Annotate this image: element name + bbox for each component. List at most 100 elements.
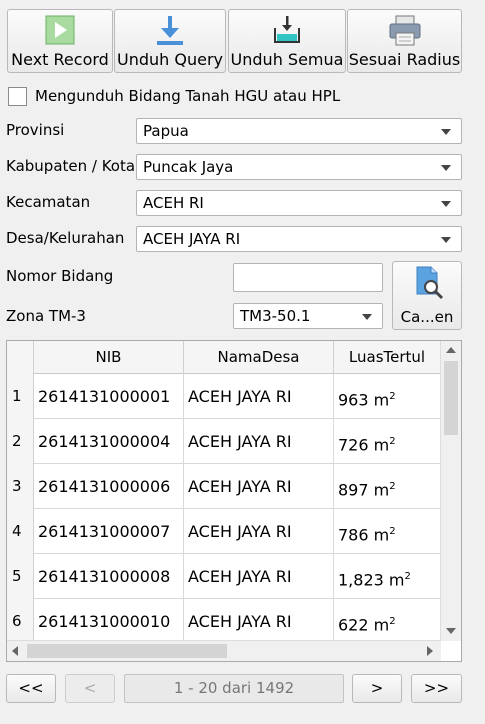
luas-value: 622 m xyxy=(338,615,390,635)
next-record-label: Next Record xyxy=(11,50,109,69)
horizontal-scrollbar[interactable] xyxy=(7,640,441,661)
table-header: NIB NamaDesa LuasTertul xyxy=(7,341,441,374)
luas-value: 726 m xyxy=(338,435,390,455)
parcel-number-label: Nomor Bidang xyxy=(6,267,114,285)
luas-value: 897 m xyxy=(338,480,390,500)
download-query-button[interactable]: Unduh Query xyxy=(114,9,226,73)
fit-radius-label: Sesuai Radius xyxy=(348,50,461,69)
village-value: ACEH JAYA RI xyxy=(143,230,241,248)
regency-select[interactable]: Puncak Jaya xyxy=(136,154,462,180)
luas-value: 1,823 m xyxy=(338,570,405,590)
vertical-scroll-thumb[interactable] xyxy=(444,361,458,435)
next-arrow-icon xyxy=(45,15,75,45)
unit-superscript: 2 xyxy=(389,436,396,447)
cell-nib: 2614131000008 xyxy=(34,554,184,599)
search-button[interactable]: Ca...en xyxy=(392,261,462,330)
chevron-down-icon xyxy=(441,129,451,135)
cell-luas: 726 m2 xyxy=(334,419,441,464)
cell-namadesa: ACEH JAYA RI xyxy=(184,419,334,464)
chevron-down-icon xyxy=(441,165,451,171)
hgu-hpl-checkbox[interactable] xyxy=(8,87,27,106)
search-button-label: Ca...en xyxy=(400,308,454,326)
cell-luas: 897 m2 xyxy=(334,464,441,509)
download-all-label: Unduh Semua xyxy=(230,50,344,69)
zone-label: Zona TM-3 xyxy=(6,307,86,325)
scroll-right-icon[interactable] xyxy=(427,646,433,656)
parcel-number-input[interactable] xyxy=(233,263,383,292)
vertical-scrollbar[interactable] xyxy=(440,341,461,641)
cell-namadesa: ACEH JAYA RI xyxy=(184,509,334,554)
column-header-nib[interactable]: NIB xyxy=(34,341,184,374)
hgu-hpl-checkbox-label: Mengunduh Bidang Tanah HGU atau HPL xyxy=(35,87,341,105)
row-number: 5 xyxy=(7,554,34,599)
cell-namadesa: ACEH JAYA RI xyxy=(184,464,334,509)
chevron-down-icon xyxy=(441,201,451,207)
village-select[interactable]: ACEH JAYA RI xyxy=(136,226,462,252)
unit-superscript: 2 xyxy=(389,481,396,492)
next-page-button[interactable]: > xyxy=(352,674,402,703)
download-tray-icon xyxy=(274,16,300,43)
cell-nib: 2614131000001 xyxy=(34,374,184,419)
download-all-button[interactable]: Unduh Semua xyxy=(228,9,346,73)
row-number: 2 xyxy=(7,419,34,464)
row-number: 1 xyxy=(7,374,34,419)
table-row[interactable]: 4 2614131000007 ACEH JAYA RI 786 m2 xyxy=(7,509,441,554)
row-number: 3 xyxy=(7,464,34,509)
cell-nib: 2614131000006 xyxy=(34,464,184,509)
column-header-namadesa[interactable]: NamaDesa xyxy=(184,341,334,374)
regency-label: Kabupaten / Kota xyxy=(6,157,136,175)
download-query-label: Unduh Query xyxy=(117,50,223,69)
zone-value: TM3-50.1 xyxy=(240,307,311,325)
regency-value: Puncak Jaya xyxy=(143,158,234,176)
document-search-icon xyxy=(416,266,444,300)
first-page-button[interactable]: << xyxy=(6,674,56,703)
province-select[interactable]: Papua xyxy=(136,118,462,144)
previous-page-button[interactable]: < xyxy=(65,674,115,703)
cell-namadesa: ACEH JAYA RI xyxy=(184,599,334,644)
cell-luas: 622 m2 xyxy=(334,599,441,644)
table-row[interactable]: 5 2614131000008 ACEH JAYA RI 1,823 m2 xyxy=(7,554,441,599)
luas-value: 963 m xyxy=(338,390,390,410)
download-icon xyxy=(157,16,183,45)
cell-nib: 2614131000010 xyxy=(34,599,184,644)
zone-select[interactable]: TM3-50.1 xyxy=(233,303,383,329)
scroll-down-icon[interactable] xyxy=(446,628,456,634)
luas-value: 786 m xyxy=(338,525,390,545)
unit-superscript: 2 xyxy=(389,526,396,537)
cell-namadesa: ACEH JAYA RI xyxy=(184,374,334,419)
unit-superscript: 2 xyxy=(389,616,396,627)
printer-icon xyxy=(389,15,420,46)
cell-luas: 786 m2 xyxy=(334,509,441,554)
row-number: 4 xyxy=(7,509,34,554)
unit-superscript: 2 xyxy=(389,391,396,402)
chevron-down-icon xyxy=(362,314,372,320)
scroll-left-icon[interactable] xyxy=(12,646,18,656)
next-record-button[interactable]: Next Record xyxy=(7,9,113,73)
column-header-luastertulis[interactable]: LuasTertul xyxy=(334,341,441,374)
row-number: 6 xyxy=(7,599,34,644)
scroll-up-icon[interactable] xyxy=(446,347,456,353)
corner-cell xyxy=(7,341,34,374)
chevron-down-icon xyxy=(441,237,451,243)
last-page-button[interactable]: >> xyxy=(411,674,462,703)
page-info: 1 - 20 dari 1492 xyxy=(124,674,344,703)
cell-nib: 2614131000007 xyxy=(34,509,184,554)
cell-luas: 1,823 m2 xyxy=(334,554,441,599)
district-select[interactable]: ACEH RI xyxy=(136,190,462,216)
cell-nib: 2614131000004 xyxy=(34,419,184,464)
cell-namadesa: ACEH JAYA RI xyxy=(184,554,334,599)
table-row[interactable]: 3 2614131000006 ACEH JAYA RI 897 m2 xyxy=(7,464,441,509)
table-row[interactable]: 6 2614131000010 ACEH JAYA RI 622 m2 xyxy=(7,599,441,644)
district-value: ACEH RI xyxy=(143,194,204,212)
table-row[interactable]: 1 2614131000001 ACEH JAYA RI 963 m2 xyxy=(7,374,441,419)
district-label: Kecamatan xyxy=(6,193,91,211)
province-label: Provinsi xyxy=(6,121,65,139)
province-value: Papua xyxy=(143,122,189,140)
unit-superscript: 2 xyxy=(404,571,411,582)
results-table[interactable]: NIB NamaDesa LuasTertul 1 2614131000001 … xyxy=(6,340,462,662)
fit-radius-button[interactable]: Sesuai Radius xyxy=(347,9,462,73)
cell-luas: 963 m2 xyxy=(334,374,441,419)
village-label: Desa/Kelurahan xyxy=(6,229,125,247)
horizontal-scroll-thumb[interactable] xyxy=(27,644,227,658)
table-row[interactable]: 2 2614131000004 ACEH JAYA RI 726 m2 xyxy=(7,419,441,464)
